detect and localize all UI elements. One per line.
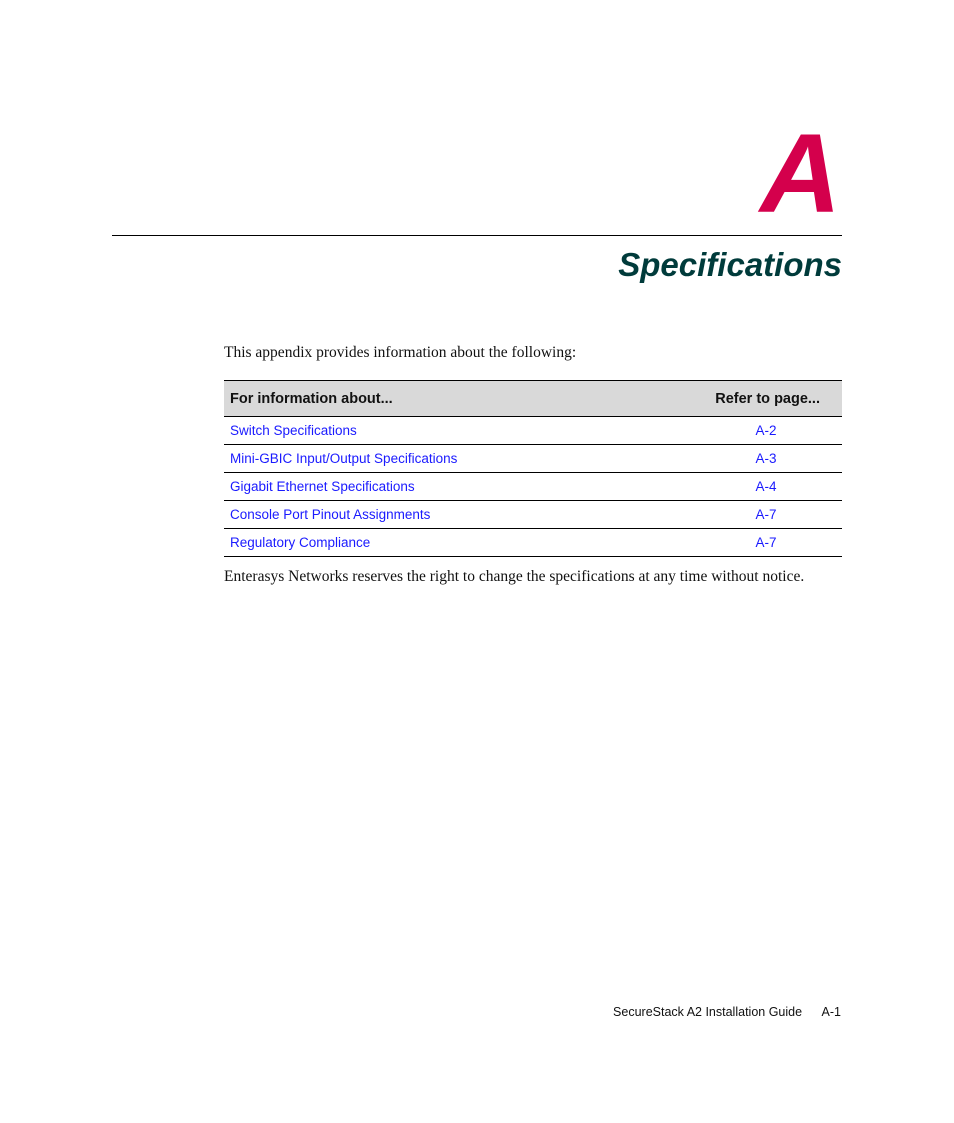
- table-row: Console Port Pinout Assignments A-7: [224, 500, 842, 529]
- page-link[interactable]: A-4: [644, 472, 842, 501]
- topics-table: For information about... Refer to page..…: [224, 380, 842, 557]
- chapter-title: Specifications: [618, 246, 842, 283]
- topic-link[interactable]: Mini-GBIC Input/Output Specifications: [224, 444, 644, 473]
- page-link[interactable]: A-2: [644, 416, 842, 445]
- topic-link[interactable]: Regulatory Compliance: [224, 528, 644, 557]
- footer-page-number: A-1: [821, 1005, 841, 1019]
- topic-link[interactable]: Console Port Pinout Assignments: [224, 500, 644, 529]
- header-topic: For information about...: [224, 380, 644, 417]
- notice-text: Enterasys Networks reserves the right to…: [224, 568, 805, 585]
- intro-text: This appendix provides information about…: [224, 344, 577, 361]
- header-page: Refer to page...: [644, 380, 842, 417]
- table-row: Switch Specifications A-2: [224, 416, 842, 445]
- page-link[interactable]: A-3: [644, 444, 842, 473]
- page-footer: SecureStack A2 Installation Guide A-1: [613, 1005, 841, 1019]
- chapter-divider: [112, 235, 842, 236]
- page-link[interactable]: A-7: [644, 500, 842, 529]
- table-row: Gigabit Ethernet Specifications A-4: [224, 472, 842, 501]
- topic-link[interactable]: Gigabit Ethernet Specifications: [224, 472, 644, 501]
- page-link[interactable]: A-7: [644, 528, 842, 557]
- table-row: Mini-GBIC Input/Output Specifications A-…: [224, 444, 842, 473]
- table-row: Regulatory Compliance A-7: [224, 528, 842, 557]
- topic-link[interactable]: Switch Specifications: [224, 416, 644, 445]
- chapter-letter: A: [760, 111, 841, 236]
- footer-guide-title: SecureStack A2 Installation Guide: [613, 1005, 803, 1019]
- table-header-row: For information about... Refer to page..…: [224, 380, 842, 417]
